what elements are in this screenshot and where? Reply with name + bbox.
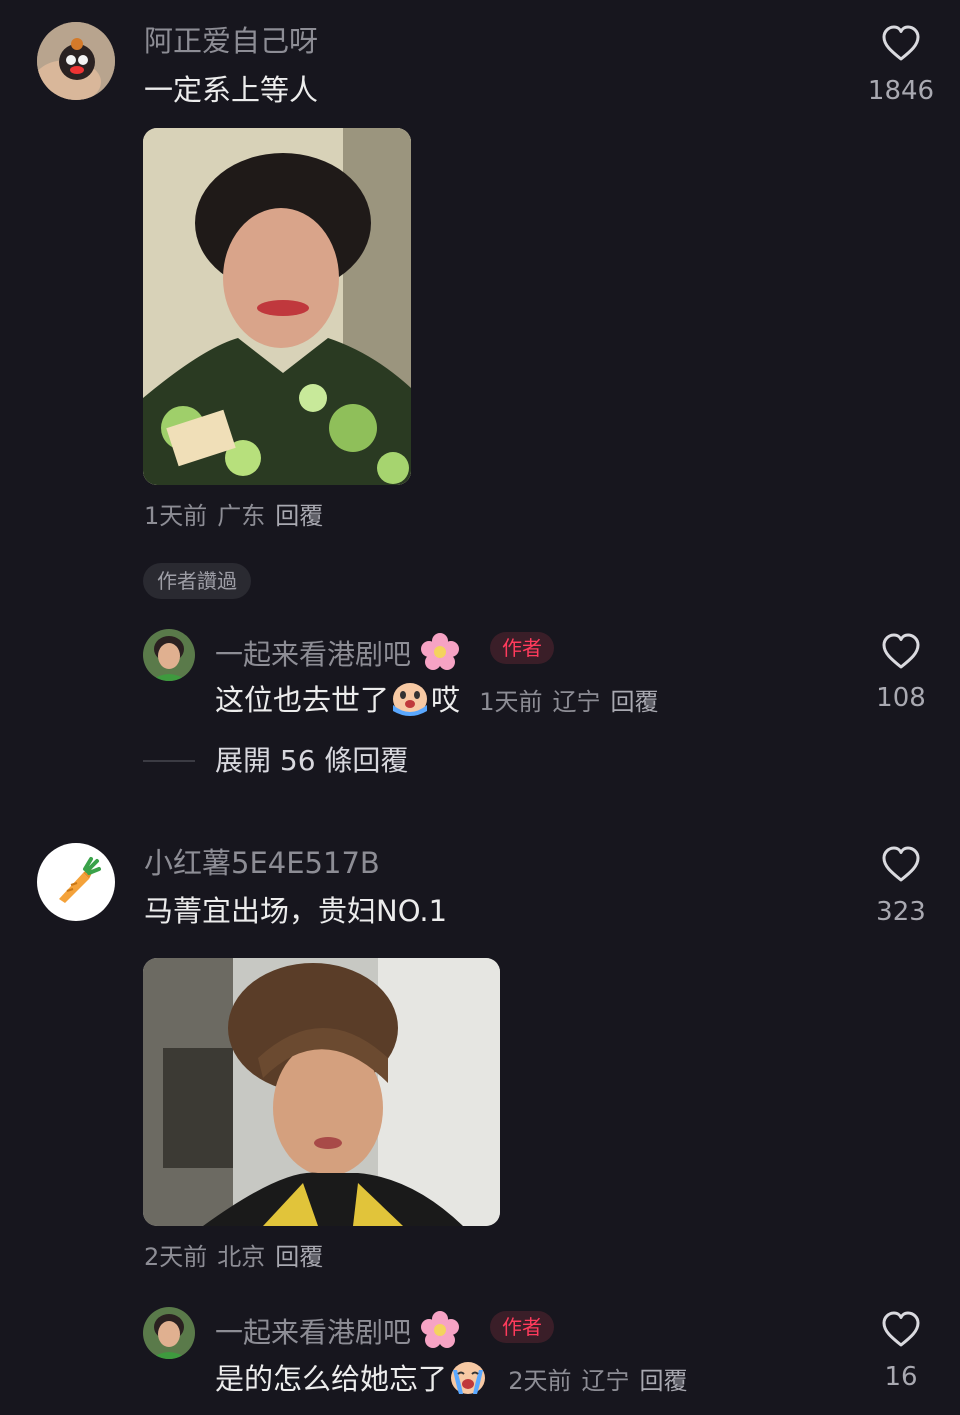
comment-avatar[interactable]	[37, 843, 115, 921]
like-count: 16	[884, 1362, 918, 1392]
avatar-image	[143, 1307, 195, 1359]
avatar-image	[143, 629, 195, 681]
comment-text: 一定系上等人	[144, 73, 319, 107]
reply-time: 1天前	[479, 688, 543, 716]
comment-avatar[interactable]	[37, 22, 115, 100]
reply-button[interactable]: 回覆	[275, 1243, 323, 1271]
reply-text-row: 这位也去世了 哎 1天前 辽宁 回覆	[215, 679, 659, 725]
reply-username-row: 一起来看港剧吧	[215, 1310, 460, 1358]
like-button[interactable]	[881, 845, 921, 889]
reply-button[interactable]: 回覆	[640, 1367, 688, 1395]
reply-text-tail: 哎	[431, 683, 461, 717]
reply-avatar[interactable]	[143, 629, 195, 681]
reply-meta: 2天前 辽宁 回覆	[508, 1367, 687, 1395]
comment-image[interactable]	[143, 958, 500, 1226]
reply-username[interactable]: 一起来看港剧吧	[215, 638, 411, 671]
reply-username-row: 一起来看港剧吧	[215, 632, 460, 680]
heart-icon	[882, 633, 920, 669]
comment-time: 1天前	[144, 502, 208, 530]
comment-username[interactable]: 小红薯5E4E517B	[144, 846, 380, 880]
reply-button[interactable]: 回覆	[611, 688, 659, 716]
expand-divider	[143, 760, 195, 762]
like-button[interactable]	[881, 1310, 921, 1354]
reply-location: 辽宁	[552, 688, 601, 716]
comment-location: 广东	[217, 502, 266, 530]
reply-meta: 1天前 辽宁 回覆	[479, 688, 658, 716]
reply-username[interactable]: 一起来看港剧吧	[215, 1316, 411, 1349]
crying-emoji	[389, 679, 431, 725]
reply-text: 是的怎么给她忘了	[215, 1362, 448, 1396]
like-count: 108	[876, 683, 926, 713]
heart-icon	[882, 846, 920, 882]
comment-image[interactable]	[143, 128, 411, 485]
reply-location: 辽宁	[581, 1367, 630, 1395]
like-count: 323	[876, 897, 926, 927]
comment-location: 北京	[217, 1243, 266, 1271]
reply-button[interactable]: 回覆	[275, 502, 323, 530]
reply-text-row: 是的怎么给她忘了 2天前 辽宁 回覆	[215, 1358, 688, 1404]
tv-still-image	[143, 958, 500, 1226]
reply-time: 2天前	[508, 1367, 572, 1395]
comment-time: 2天前	[144, 1243, 208, 1271]
reply-text: 这位也去世了	[215, 683, 390, 717]
like-count: 1846	[867, 76, 935, 106]
comment-meta: 2天前 北京 回覆	[144, 1242, 323, 1272]
like-button[interactable]	[881, 24, 921, 68]
avatar-image	[37, 22, 115, 100]
heart-icon	[882, 25, 920, 61]
expand-replies-button[interactable]: 展開 56 條回覆	[215, 744, 408, 778]
carrot-icon	[59, 857, 101, 903]
reply-avatar[interactable]	[143, 1307, 195, 1359]
heart-icon	[882, 1311, 920, 1347]
like-button[interactable]	[881, 632, 921, 676]
comment-meta: 1天前 广东 回覆	[144, 501, 323, 531]
comment-username[interactable]: 阿正爱自己呀	[144, 24, 318, 58]
author-tag: 作者	[490, 632, 554, 664]
comment-text: 马菁宜出场，贵妇NO.1	[144, 894, 448, 928]
author-tag: 作者	[490, 1311, 554, 1343]
author-liked-chip: 作者讚過	[143, 563, 251, 599]
flower-emoji	[420, 632, 460, 680]
photo-portrait-image	[143, 128, 411, 485]
flower-emoji	[420, 1310, 460, 1358]
crying-emoji	[447, 1358, 489, 1404]
